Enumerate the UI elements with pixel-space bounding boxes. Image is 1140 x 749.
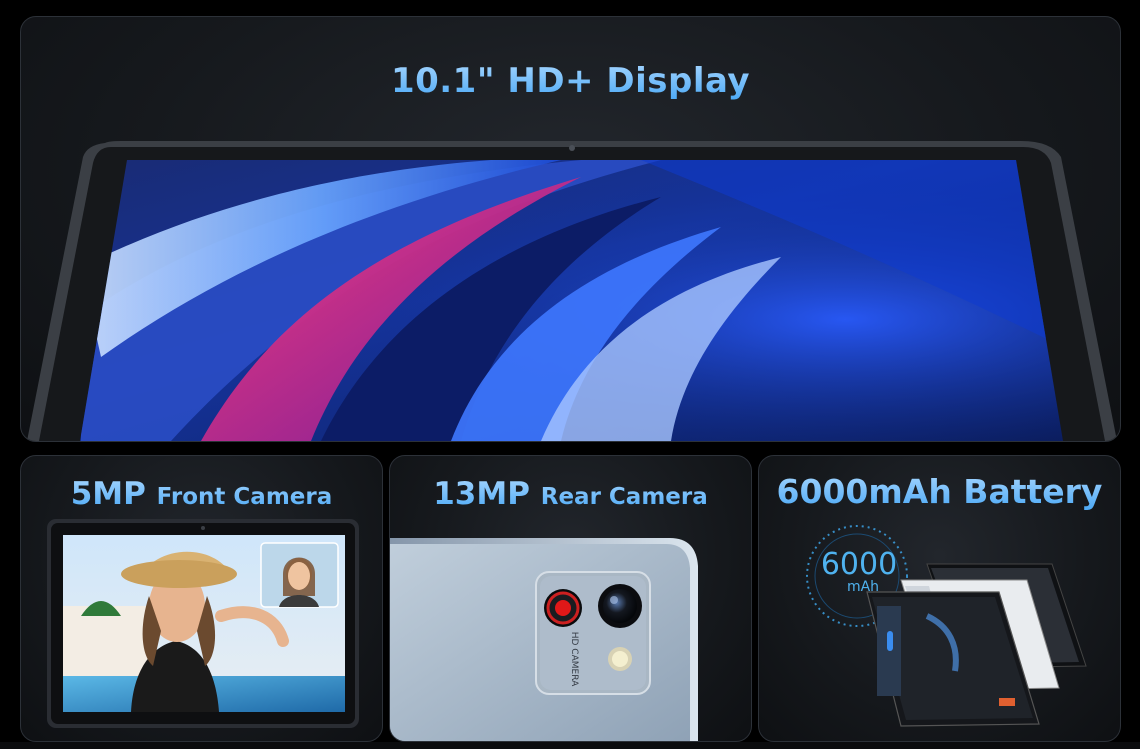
battery-illustration: 6000 mAh [806,525,1087,727]
tablet-display-illustration [27,141,1117,441]
front-camera-tablet-illustration [47,519,359,728]
rear-camera-panel: 13MP Rear Camera HD CAMERA [389,455,752,742]
tablet-stack-illustration [866,563,1087,727]
front-camera-panel: 5MP Front Camera [20,455,383,742]
display-feature-panel: 10.1" HD+ Display [20,16,1121,442]
rear-camera-module-illustration: HD CAMERA [390,538,698,741]
lens-label: HD CAMERA [569,632,579,687]
battery-panel: 6000mAh Battery 6000 mAh [758,455,1121,742]
bottom-edge [0,742,1140,749]
battery-gauge-value: 6000 [821,547,897,582]
